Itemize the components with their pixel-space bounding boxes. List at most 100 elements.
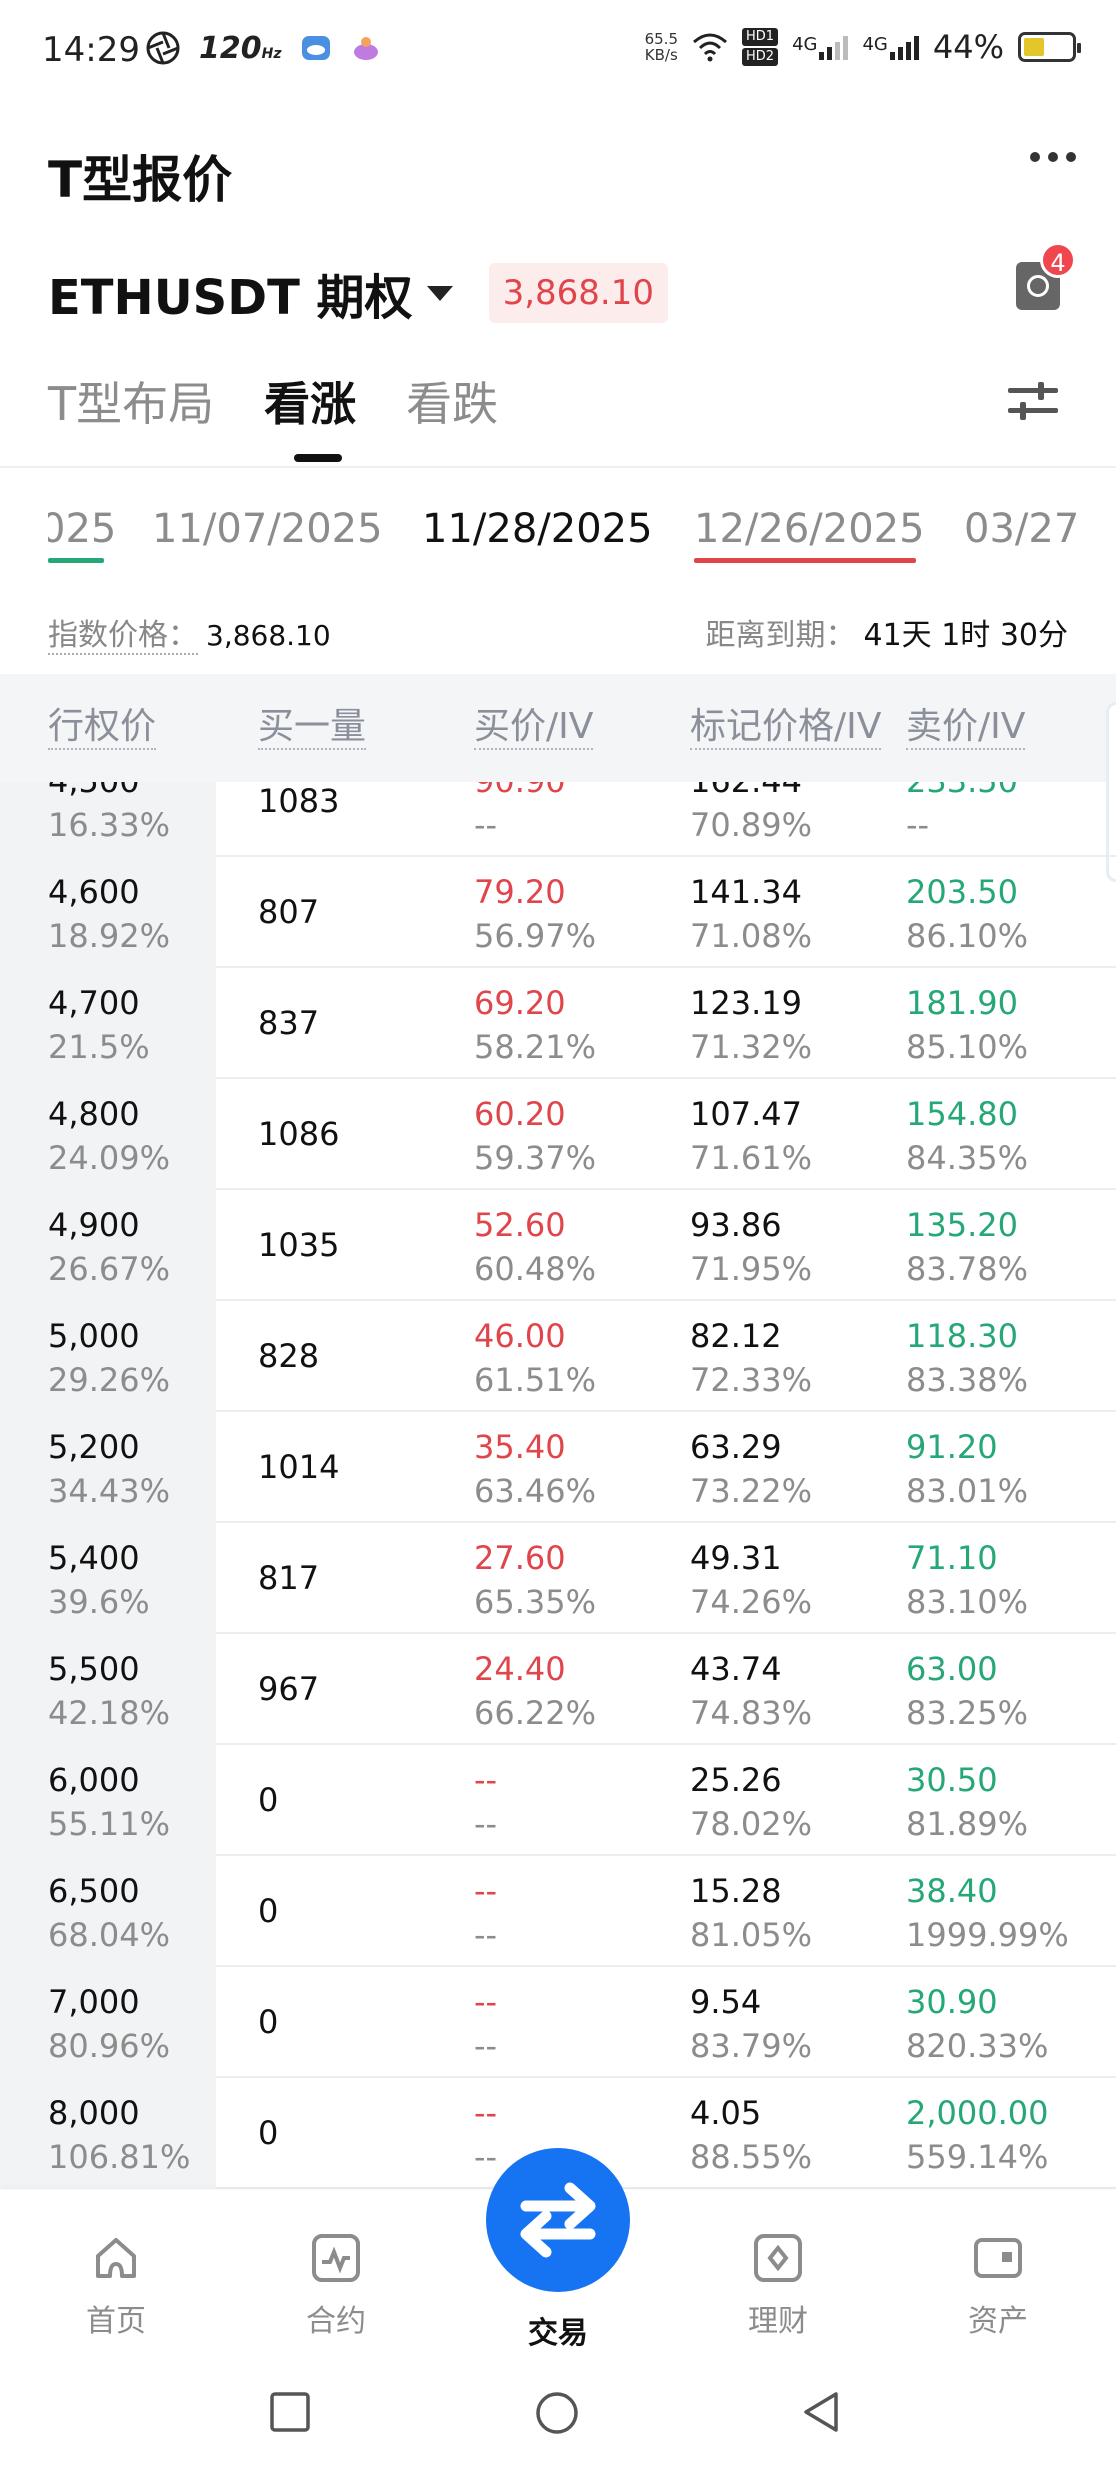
- tab-t-layout[interactable]: T型布局: [48, 368, 214, 434]
- table-row[interactable]: 7,000 80.96% 0 -- -- 9.54 83.79% 30.90 820.33%: [0, 1967, 1116, 2078]
- contract-chart-icon: [312, 2234, 360, 2282]
- bid-price[interactable]: 79.20: [474, 873, 566, 911]
- refresh-rate: 120Hz: [199, 30, 282, 66]
- strike-price: 8,000: [48, 2094, 140, 2132]
- strike-price: 5,500: [48, 1650, 140, 1688]
- active-tab-indicator: [294, 454, 342, 462]
- bid-price[interactable]: --: [474, 1872, 497, 1910]
- contract-name[interactable]: ETHUSDT 期权: [48, 258, 413, 328]
- col-bid-size[interactable]: 买一量: [258, 706, 367, 750]
- expiry-date-item-selected[interactable]: 11/28/2025: [422, 506, 653, 552]
- tab-put[interactable]: 看跌: [406, 368, 498, 434]
- table-row[interactable]: 5,400 39.6% 817 27.60 65.35% 49.31 74.26% 71.10…: [0, 1523, 1116, 1634]
- ask-price[interactable]: 135.20: [906, 1206, 1018, 1244]
- contract-selector[interactable]: ETHUSDT 期权 3,868.10: [48, 258, 668, 328]
- col-mark-iv[interactable]: 标记价格/IV: [690, 706, 882, 750]
- ask-price[interactable]: 181.90: [906, 984, 1018, 1022]
- table-row[interactable]: 4,600 18.92% 807 79.20 56.97% 141.34 71.08% 203…: [0, 857, 1116, 968]
- trade-button[interactable]: [486, 2148, 630, 2292]
- strike-iv: 21.5%: [48, 1028, 150, 1066]
- col-bid-iv[interactable]: 买价/IV: [474, 706, 594, 750]
- table-row[interactable]: 6,500 68.04% 0 -- -- 15.28 81.05% 38.40 1999.99%: [0, 1856, 1116, 1967]
- time-to-expiry: 距离到期： 41天 1时 30分: [705, 618, 1068, 653]
- clock-icon: [1027, 275, 1049, 297]
- nav-home[interactable]: 首页: [56, 2232, 176, 2340]
- bid-price[interactable]: --: [474, 1983, 497, 2021]
- expiry-date-item[interactable]: 025: [48, 506, 116, 552]
- settings-sliders-button[interactable]: [1008, 380, 1058, 420]
- ask-price[interactable]: 154.80: [906, 1095, 1018, 1133]
- col-strike[interactable]: 行权价: [48, 706, 157, 750]
- bid-size: 0: [258, 2003, 279, 2041]
- bid-size: 828: [258, 1337, 320, 1375]
- col-ask-iv[interactable]: 卖价/IV: [906, 706, 1026, 750]
- bid-size: 807: [258, 893, 320, 931]
- table-row[interactable]: 4,900 26.67% 1035 52.60 60.48% 93.86 71.95% 135…: [0, 1190, 1116, 1301]
- strike-price: 5,000: [48, 1317, 140, 1355]
- strike-price: 4,900: [48, 1206, 140, 1244]
- strike-price: 6,000: [48, 1761, 140, 1799]
- sim1-signal: 4G: [792, 34, 849, 60]
- aperture-icon: [146, 31, 180, 65]
- table-row[interactable]: 5,200 34.43% 1014 35.40 63.46% 63.29 73.22% 91.…: [0, 1412, 1116, 1523]
- expiry-date-strip[interactable]: 025 11/07/2025 11/28/2025 12/26/2025 03/…: [48, 506, 1088, 566]
- battery-percent: 44%: [932, 28, 1004, 66]
- bid-iv: 65.35%: [474, 1583, 597, 1621]
- bid-price[interactable]: 52.60: [474, 1206, 566, 1244]
- strike-iv: 16.33%: [48, 806, 171, 844]
- table-row[interactable]: 5,500 42.18% 967 24.40 66.22% 43.74 74.83% 63.0…: [0, 1634, 1116, 1745]
- option-chain-table[interactable]: 4,500 16.33% 1083 90.90 -- 162.44 70.89% 233.50…: [0, 782, 1116, 2190]
- table-row[interactable]: 4,800 24.09% 1086 60.20 59.37% 107.47 71.61% 15…: [0, 1079, 1116, 1190]
- bid-price[interactable]: 35.40: [474, 1428, 566, 1466]
- ask-price[interactable]: 30.50: [906, 1761, 998, 1799]
- back-triangle-icon[interactable]: [800, 2390, 844, 2434]
- bid-size: 0: [258, 2114, 279, 2152]
- bid-price[interactable]: 27.60: [474, 1539, 566, 1577]
- ask-price[interactable]: 63.00: [906, 1650, 998, 1688]
- bid-price[interactable]: 90.90: [474, 782, 566, 800]
- bid-size: 837: [258, 1004, 320, 1042]
- bid-price[interactable]: 69.20: [474, 984, 566, 1022]
- bid-price[interactable]: --: [474, 2094, 497, 2132]
- home-circle-icon[interactable]: [534, 2390, 580, 2436]
- strike-price: 4,500: [48, 782, 140, 800]
- ask-price[interactable]: 38.40: [906, 1872, 998, 1910]
- mark-price: 93.86: [690, 1206, 782, 1244]
- table-row[interactable]: 4,500 16.33% 1083 90.90 -- 162.44 70.89% 233.50…: [0, 782, 1116, 857]
- nav-wealth[interactable]: 理财: [718, 2232, 838, 2340]
- more-options-button[interactable]: [1030, 152, 1076, 162]
- recent-apps-icon[interactable]: [268, 2390, 312, 2434]
- ask-price[interactable]: 71.10: [906, 1539, 998, 1577]
- mark-iv: 88.55%: [690, 2138, 813, 2176]
- table-row[interactable]: 4,700 21.5% 837 69.20 58.21% 123.19 71.32% 181.…: [0, 968, 1116, 1079]
- strike-iv: 18.92%: [48, 917, 171, 955]
- ask-iv: 83.25%: [906, 1694, 1029, 1732]
- strike-iv: 80.96%: [48, 2027, 171, 2065]
- bid-price[interactable]: 60.20: [474, 1095, 566, 1133]
- ask-price[interactable]: 30.90: [906, 1983, 998, 2021]
- expiry-date-item[interactable]: 11/07/2025: [152, 506, 383, 552]
- ask-price[interactable]: 91.20: [906, 1428, 998, 1466]
- ask-price[interactable]: 2,000.00: [906, 2094, 1049, 2132]
- bid-price[interactable]: 46.00: [474, 1317, 566, 1355]
- bid-price[interactable]: 24.40: [474, 1650, 566, 1688]
- nav-contract[interactable]: 合约: [276, 2232, 396, 2340]
- strike-price: 4,600: [48, 873, 140, 911]
- caret-down-icon[interactable]: [426, 285, 453, 301]
- bid-price[interactable]: --: [474, 1761, 497, 1799]
- table-row[interactable]: 5,000 29.26% 828 46.00 61.51% 82.12 72.33% 118.…: [0, 1301, 1116, 1412]
- bid-size: 1086: [258, 1115, 340, 1153]
- order-history-button[interactable]: 4: [1016, 242, 1076, 310]
- expiry-date-item[interactable]: 03/27: [964, 506, 1079, 552]
- ask-price[interactable]: 233.50: [906, 782, 1018, 800]
- table-row[interactable]: 6,000 55.11% 0 -- -- 25.26 78.02% 30.50 81.89%: [0, 1745, 1116, 1856]
- bid-size: 1083: [258, 782, 340, 820]
- sim2-signal: 4G: [862, 34, 919, 60]
- nav-assets[interactable]: 资产: [938, 2232, 1058, 2340]
- ask-price[interactable]: 118.30: [906, 1317, 1018, 1355]
- tab-call[interactable]: 看涨: [264, 368, 356, 434]
- nav-trade[interactable]: 交易: [498, 2308, 618, 2352]
- expiry-date-item[interactable]: 12/26/2025: [694, 506, 925, 552]
- ask-price[interactable]: 203.50: [906, 873, 1018, 911]
- system-nav-bar: [0, 2350, 1116, 2480]
